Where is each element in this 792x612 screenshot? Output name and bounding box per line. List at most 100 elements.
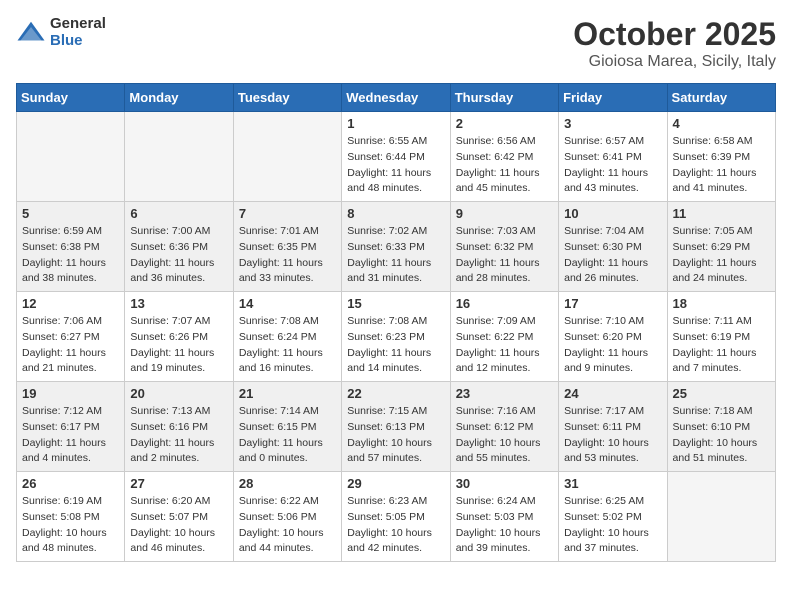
day-info: Sunrise: 6:58 AM Sunset: 6:39 PM Dayligh…	[673, 134, 770, 197]
calendar-cell: 18 Sunrise: 7:11 AM Sunset: 6:19 PM Dayli…	[667, 292, 775, 382]
calendar-week-3: 12 Sunrise: 7:06 AM Sunset: 6:27 PM Dayli…	[17, 292, 776, 382]
calendar-cell: 16 Sunrise: 7:09 AM Sunset: 6:22 PM Dayli…	[450, 292, 558, 382]
calendar-cell: 17 Sunrise: 7:10 AM Sunset: 6:20 PM Dayli…	[559, 292, 667, 382]
calendar-cell: 19 Sunrise: 7:12 AM Sunset: 6:17 PM Dayli…	[17, 382, 125, 472]
day-info: Sunrise: 6:22 AM Sunset: 5:06 PM Dayligh…	[239, 494, 336, 557]
day-info: Sunrise: 6:19 AM Sunset: 5:08 PM Dayligh…	[22, 494, 119, 557]
day-number: 3	[564, 116, 661, 131]
day-number: 10	[564, 206, 661, 221]
calendar-header-row: SundayMondayTuesdayWednesdayThursdayFrid…	[17, 84, 776, 112]
calendar-cell: 5 Sunrise: 6:59 AM Sunset: 6:38 PM Daylig…	[17, 202, 125, 292]
calendar-week-5: 26 Sunrise: 6:19 AM Sunset: 5:08 PM Dayli…	[17, 472, 776, 562]
day-number: 5	[22, 206, 119, 221]
day-number: 30	[456, 476, 553, 491]
header-thursday: Thursday	[450, 84, 558, 112]
logo-text: General Blue	[50, 16, 106, 49]
day-info: Sunrise: 7:09 AM Sunset: 6:22 PM Dayligh…	[456, 314, 553, 377]
day-number: 12	[22, 296, 119, 311]
logo-general: General	[50, 16, 106, 33]
header-friday: Friday	[559, 84, 667, 112]
day-info: Sunrise: 7:17 AM Sunset: 6:11 PM Dayligh…	[564, 404, 661, 467]
day-number: 15	[347, 296, 444, 311]
day-info: Sunrise: 6:56 AM Sunset: 6:42 PM Dayligh…	[456, 134, 553, 197]
calendar-cell	[233, 112, 341, 202]
day-number: 9	[456, 206, 553, 221]
day-number: 24	[564, 386, 661, 401]
calendar-cell: 23Sunrise: 7:16 AM Sunset: 6:12 PM Dayli…	[450, 382, 558, 472]
day-info: Sunrise: 7:14 AM Sunset: 6:15 PM Dayligh…	[239, 404, 336, 467]
day-number: 4	[673, 116, 770, 131]
logo-icon	[16, 18, 46, 48]
calendar-cell: 14 Sunrise: 7:08 AM Sunset: 6:24 PM Dayli…	[233, 292, 341, 382]
day-number: 6	[130, 206, 227, 221]
day-info: Sunrise: 7:07 AM Sunset: 6:26 PM Dayligh…	[130, 314, 227, 377]
calendar-cell: 15 Sunrise: 7:08 AM Sunset: 6:23 PM Dayli…	[342, 292, 450, 382]
calendar-cell	[17, 112, 125, 202]
day-info: Sunrise: 7:06 AM Sunset: 6:27 PM Dayligh…	[22, 314, 119, 377]
title-block: October 2025 Gioiosa Marea, Sicily, Ital…	[573, 16, 776, 71]
day-number: 22	[347, 386, 444, 401]
day-info: Sunrise: 6:24 AM Sunset: 5:03 PM Dayligh…	[456, 494, 553, 557]
calendar-cell: 1 Sunrise: 6:55 AM Sunset: 6:44 PM Daylig…	[342, 112, 450, 202]
day-info: Sunrise: 7:11 AM Sunset: 6:19 PM Dayligh…	[673, 314, 770, 377]
calendar-cell: 21 Sunrise: 7:14 AM Sunset: 6:15 PM Dayli…	[233, 382, 341, 472]
calendar-cell: 11Sunrise: 7:05 AM Sunset: 6:29 PM Dayli…	[667, 202, 775, 292]
calendar-cell: 20Sunrise: 7:13 AM Sunset: 6:16 PM Dayli…	[125, 382, 233, 472]
calendar-cell: 9 Sunrise: 7:03 AM Sunset: 6:32 PM Daylig…	[450, 202, 558, 292]
calendar-cell: 4 Sunrise: 6:58 AM Sunset: 6:39 PM Daylig…	[667, 112, 775, 202]
day-number: 13	[130, 296, 227, 311]
day-number: 26	[22, 476, 119, 491]
day-info: Sunrise: 7:05 AM Sunset: 6:29 PM Dayligh…	[673, 224, 770, 287]
calendar-cell: 31Sunrise: 6:25 AM Sunset: 5:02 PM Dayli…	[559, 472, 667, 562]
logo-blue: Blue	[50, 33, 106, 50]
day-info: Sunrise: 7:01 AM Sunset: 6:35 PM Dayligh…	[239, 224, 336, 287]
day-number: 1	[347, 116, 444, 131]
calendar-cell: 13 Sunrise: 7:07 AM Sunset: 6:26 PM Dayli…	[125, 292, 233, 382]
calendar-cell: 6 Sunrise: 7:00 AM Sunset: 6:36 PM Daylig…	[125, 202, 233, 292]
day-info: Sunrise: 7:00 AM Sunset: 6:36 PM Dayligh…	[130, 224, 227, 287]
day-info: Sunrise: 7:15 AM Sunset: 6:13 PM Dayligh…	[347, 404, 444, 467]
logo: General Blue	[16, 16, 106, 49]
page-header: General Blue October 2025 Gioiosa Marea,…	[16, 16, 776, 71]
day-number: 27	[130, 476, 227, 491]
day-number: 25	[673, 386, 770, 401]
header-monday: Monday	[125, 84, 233, 112]
day-number: 2	[456, 116, 553, 131]
calendar-cell: 2 Sunrise: 6:56 AM Sunset: 6:42 PM Daylig…	[450, 112, 558, 202]
day-info: Sunrise: 7:10 AM Sunset: 6:20 PM Dayligh…	[564, 314, 661, 377]
calendar-cell: 28Sunrise: 6:22 AM Sunset: 5:06 PM Dayli…	[233, 472, 341, 562]
day-number: 18	[673, 296, 770, 311]
day-info: Sunrise: 6:57 AM Sunset: 6:41 PM Dayligh…	[564, 134, 661, 197]
calendar-cell: 8Sunrise: 7:02 AM Sunset: 6:33 PM Daylig…	[342, 202, 450, 292]
day-number: 16	[456, 296, 553, 311]
day-number: 8	[347, 206, 444, 221]
day-number: 14	[239, 296, 336, 311]
calendar-cell	[125, 112, 233, 202]
calendar-cell: 22 Sunrise: 7:15 AM Sunset: 6:13 PM Dayli…	[342, 382, 450, 472]
calendar-cell: 12 Sunrise: 7:06 AM Sunset: 6:27 PM Dayli…	[17, 292, 125, 382]
calendar-cell	[667, 472, 775, 562]
calendar-cell: 30 Sunrise: 6:24 AM Sunset: 5:03 PM Dayli…	[450, 472, 558, 562]
calendar-cell: 25 Sunrise: 7:18 AM Sunset: 6:10 PM Dayli…	[667, 382, 775, 472]
day-info: Sunrise: 7:08 AM Sunset: 6:24 PM Dayligh…	[239, 314, 336, 377]
day-info: Sunrise: 6:59 AM Sunset: 6:38 PM Dayligh…	[22, 224, 119, 287]
calendar: SundayMondayTuesdayWednesdayThursdayFrid…	[16, 83, 776, 562]
day-info: Sunrise: 7:18 AM Sunset: 6:10 PM Dayligh…	[673, 404, 770, 467]
day-info: Sunrise: 6:55 AM Sunset: 6:44 PM Dayligh…	[347, 134, 444, 197]
header-tuesday: Tuesday	[233, 84, 341, 112]
calendar-cell: 26 Sunrise: 6:19 AM Sunset: 5:08 PM Dayli…	[17, 472, 125, 562]
day-info: Sunrise: 7:08 AM Sunset: 6:23 PM Dayligh…	[347, 314, 444, 377]
day-number: 7	[239, 206, 336, 221]
calendar-cell: 29Sunrise: 6:23 AM Sunset: 5:05 PM Dayli…	[342, 472, 450, 562]
day-info: Sunrise: 7:12 AM Sunset: 6:17 PM Dayligh…	[22, 404, 119, 467]
day-info: Sunrise: 7:03 AM Sunset: 6:32 PM Dayligh…	[456, 224, 553, 287]
day-info: Sunrise: 7:04 AM Sunset: 6:30 PM Dayligh…	[564, 224, 661, 287]
calendar-cell: 27 Sunrise: 6:20 AM Sunset: 5:07 PM Dayli…	[125, 472, 233, 562]
calendar-week-1: 1 Sunrise: 6:55 AM Sunset: 6:44 PM Daylig…	[17, 112, 776, 202]
day-info: Sunrise: 6:20 AM Sunset: 5:07 PM Dayligh…	[130, 494, 227, 557]
day-number: 17	[564, 296, 661, 311]
day-number: 19	[22, 386, 119, 401]
day-number: 21	[239, 386, 336, 401]
header-saturday: Saturday	[667, 84, 775, 112]
location: Gioiosa Marea, Sicily, Italy	[573, 53, 776, 71]
